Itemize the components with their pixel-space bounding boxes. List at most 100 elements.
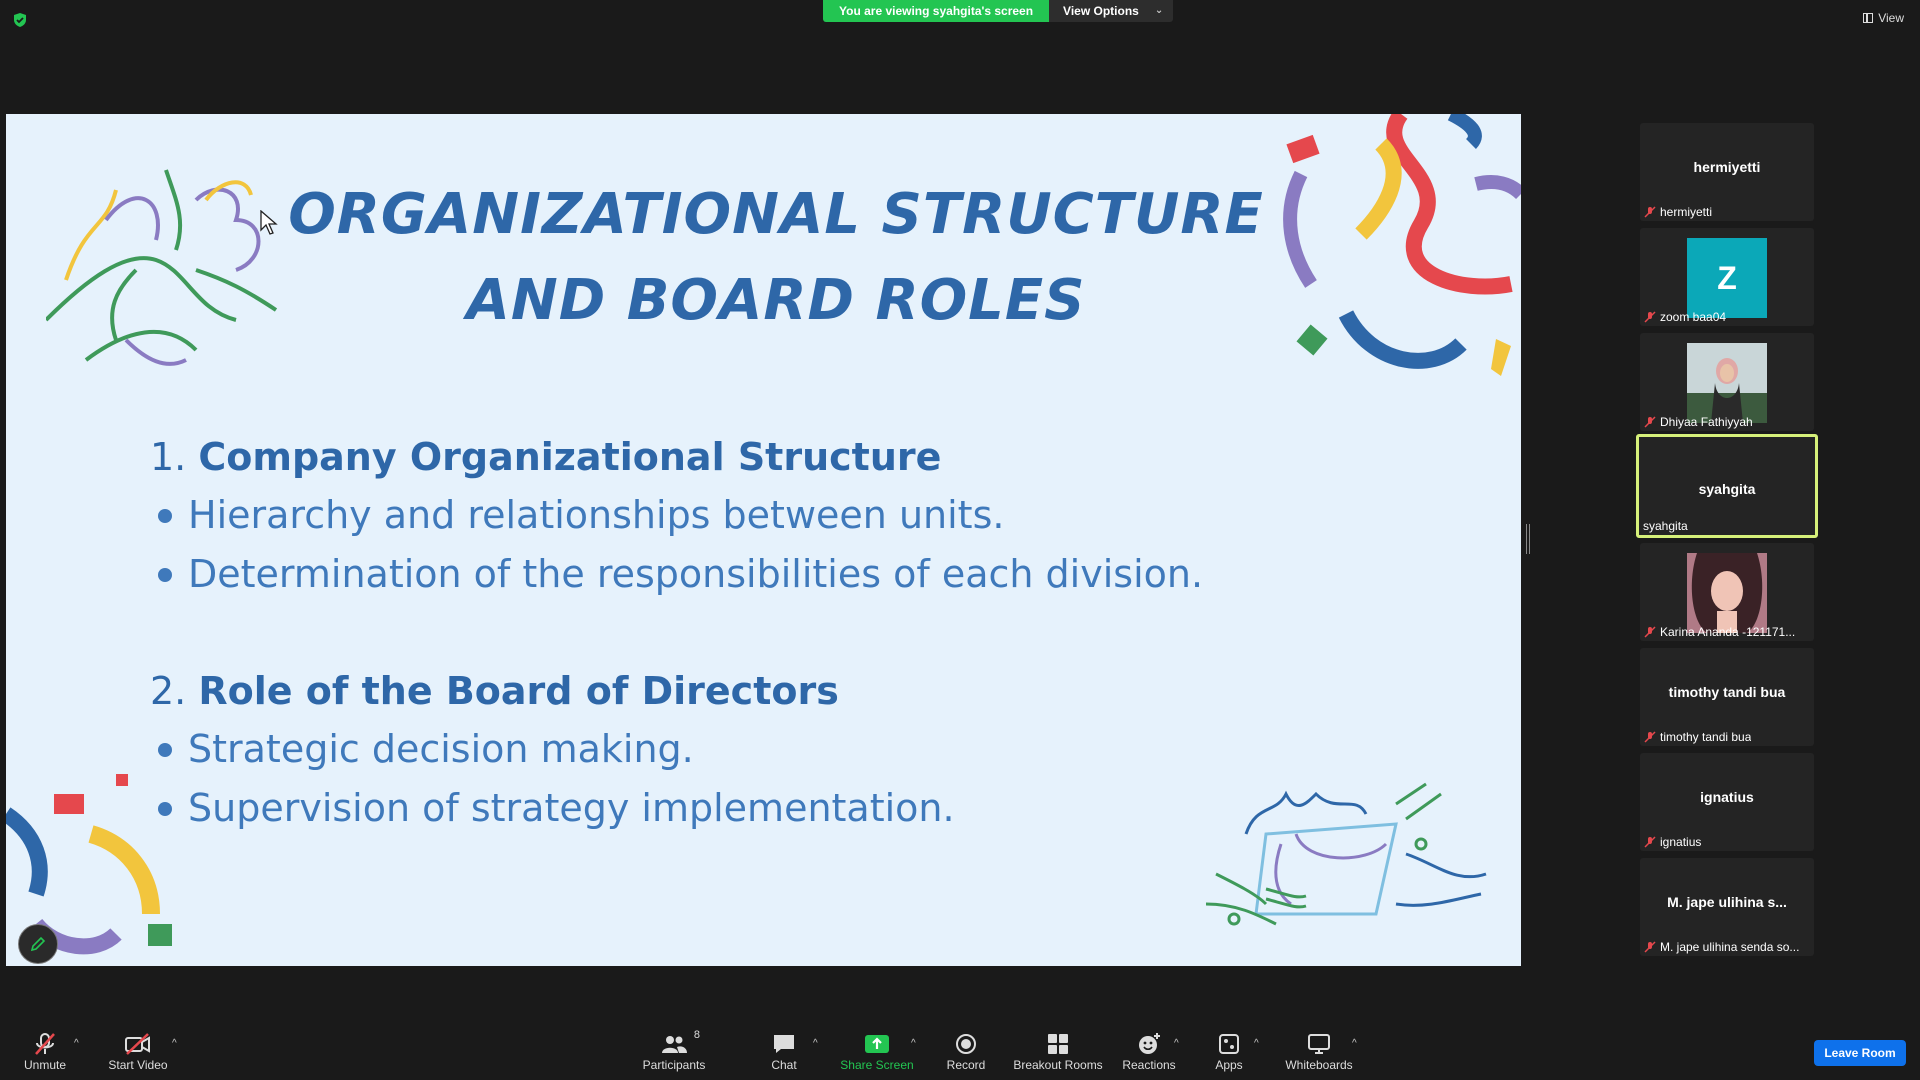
chevron-down-icon: ⌄	[1154, 5, 1164, 16]
bullet-item: Hierarchy and relationships between unit…	[150, 486, 1250, 545]
participant-display-name: M. jape ulihina s...	[1667, 894, 1787, 910]
video-options-caret-icon[interactable]: ^	[172, 1038, 177, 1049]
zoom-meeting-window: You are viewing syahgita's screen View O…	[0, 0, 1920, 1080]
record-label: Record	[946, 1058, 986, 1072]
unmute-label: Unmute	[23, 1058, 67, 1072]
video-off-icon	[124, 1032, 152, 1056]
bullet-item: Strategic decision making.	[150, 720, 1250, 779]
participant-name-label: ignatius	[1644, 835, 1701, 849]
mic-muted-icon	[1644, 311, 1656, 323]
bullet-item: Determination of the responsibilities of…	[150, 545, 1250, 604]
view-button[interactable]: View	[1863, 11, 1904, 25]
participant-tile[interactable]: hermiyetti hermiyetti	[1640, 123, 1814, 221]
share-screen-icon	[863, 1032, 891, 1056]
participant-display-name: ignatius	[1700, 789, 1754, 805]
audio-options-caret-icon[interactable]: ^	[74, 1038, 79, 1049]
apps-icon	[1215, 1032, 1243, 1056]
participant-tile[interactable]: Z zoom baa04	[1640, 228, 1814, 326]
panel-resize-handle[interactable]	[1526, 524, 1530, 554]
participant-label-text: ignatius	[1660, 835, 1702, 849]
breakout-rooms-icon	[1044, 1032, 1072, 1056]
participant-tile[interactable]: timothy tandi bua timothy tandi bua	[1640, 648, 1814, 746]
mic-muted-icon	[1644, 836, 1656, 848]
meeting-toolbar: Unmute ^ Start Video ^ 8 Participants Ch…	[0, 1020, 1920, 1080]
layout-icon	[1863, 13, 1874, 23]
mic-muted-icon	[1644, 416, 1656, 428]
bullet-text: Supervision of strategy implementation.	[188, 786, 955, 830]
participant-photo	[1687, 553, 1767, 633]
slide-title-line-2: AND BOARD ROLES	[466, 268, 1086, 333]
bullet-text: Strategic decision making.	[188, 727, 694, 771]
apps-label: Apps	[1215, 1058, 1243, 1072]
bullet-text: Hierarchy and relationships between unit…	[188, 493, 1005, 537]
participant-display-name: hermiyetti	[1693, 159, 1761, 175]
participant-name-label: zoom baa04	[1644, 310, 1726, 324]
share-screen-label: Share Screen	[840, 1058, 914, 1072]
shared-screen-slide: ORGANIZATIONAL STRUCTURE AND BOARD ROLES…	[6, 114, 1521, 966]
view-options-label: View Options	[1063, 4, 1139, 18]
participant-tile[interactable]: M. jape ulihina s... M. jape ulihina sen…	[1640, 858, 1814, 956]
mouse-cursor-icon	[260, 210, 278, 235]
bullet-dot-icon	[158, 742, 172, 757]
whiteboards-label: Whiteboards	[1285, 1058, 1353, 1072]
mic-muted-icon	[1644, 941, 1656, 953]
whiteboards-button[interactable]: Whiteboards	[1264, 1032, 1374, 1072]
participant-name-label: M. jape ulihina senda so...	[1644, 940, 1799, 954]
bullet-item: Supervision of strategy implementation.	[150, 779, 1250, 838]
participant-name-label: timothy tandi bua	[1644, 730, 1751, 744]
chat-options-caret-icon[interactable]: ^	[813, 1038, 818, 1049]
participant-tile[interactable]: Dhiyaa Fathiyyah	[1640, 333, 1814, 431]
handshake-doodle-illustration	[1205, 782, 1487, 926]
view-label: View	[1878, 11, 1904, 25]
shield-icon[interactable]	[12, 12, 28, 28]
bullet-dot-icon	[158, 567, 172, 582]
reactions-label: Reactions	[1122, 1058, 1176, 1072]
whiteboard-icon	[1305, 1032, 1333, 1056]
participant-name-label: hermiyetti	[1644, 205, 1712, 219]
avatar: Z	[1687, 238, 1767, 318]
section-2-title: Role of the Board of Directors	[198, 669, 839, 713]
section-2-number: 2.	[150, 669, 187, 713]
participants-button[interactable]: 8 Participants	[619, 1029, 729, 1072]
participants-count: 8	[693, 1029, 700, 1041]
apps-options-caret-icon[interactable]: ^	[1254, 1038, 1259, 1049]
leave-room-button[interactable]: Leave Room	[1814, 1040, 1906, 1066]
annotate-pencil-button[interactable]	[18, 924, 58, 964]
breakout-rooms-label: Breakout Rooms	[1013, 1058, 1103, 1072]
section-2-heading: 2. Role of the Board of Directors	[150, 662, 1250, 720]
bullet-dot-icon	[158, 508, 172, 523]
participant-display-name: timothy tandi bua	[1668, 684, 1786, 700]
chat-label: Chat	[771, 1058, 797, 1072]
participant-label-text: Dhiyaa Fathiyyah	[1660, 415, 1753, 429]
participant-label-text: hermiyetti	[1660, 205, 1713, 219]
participant-label-text: M. jape ulihina senda so...	[1660, 940, 1800, 954]
participant-photo	[1687, 343, 1767, 423]
section-1-title: Company Organizational Structure	[198, 435, 942, 479]
participant-label-text: zoom baa04	[1660, 310, 1727, 324]
pencil-icon	[30, 936, 46, 952]
participant-display-name: syahgita	[1698, 481, 1756, 497]
section-1-number: 1.	[150, 435, 187, 479]
mic-muted-icon	[1644, 206, 1656, 218]
participant-label-text: syahgita	[1643, 519, 1688, 533]
chat-icon	[770, 1032, 798, 1056]
participant-name-label: Karina Ananda -121171...	[1644, 625, 1795, 639]
participant-label-text: Karina Ananda -121171...	[1660, 625, 1796, 639]
participant-tile[interactable]: ignatius ignatius	[1640, 753, 1814, 851]
slide-body: 1. Company Organizational Structure Hier…	[150, 428, 1250, 838]
whiteboards-options-caret-icon[interactable]: ^	[1352, 1038, 1357, 1049]
participant-tile-active-speaker[interactable]: syahgita syahgita	[1636, 434, 1818, 538]
record-icon	[952, 1032, 980, 1056]
participants-label: Participants	[642, 1058, 706, 1072]
mic-muted-icon	[1644, 626, 1656, 638]
reactions-icon	[1135, 1032, 1163, 1056]
slide-title-line-1: ORGANIZATIONAL STRUCTURE	[288, 182, 1264, 247]
bullet-text: Determination of the responsibilities of…	[188, 552, 1204, 596]
participant-label-text: timothy tandi bua	[1660, 730, 1752, 744]
start-video-label: Start Video	[108, 1058, 168, 1072]
screen-share-banner: You are viewing syahgita's screen View O…	[823, 0, 1174, 22]
view-options-button[interactable]: View Options ⌄	[1049, 0, 1174, 22]
participants-icon: 8	[660, 1029, 700, 1056]
participant-tile[interactable]: Karina Ananda -121171...	[1640, 543, 1814, 641]
participant-name-label: Dhiyaa Fathiyyah	[1644, 415, 1753, 429]
